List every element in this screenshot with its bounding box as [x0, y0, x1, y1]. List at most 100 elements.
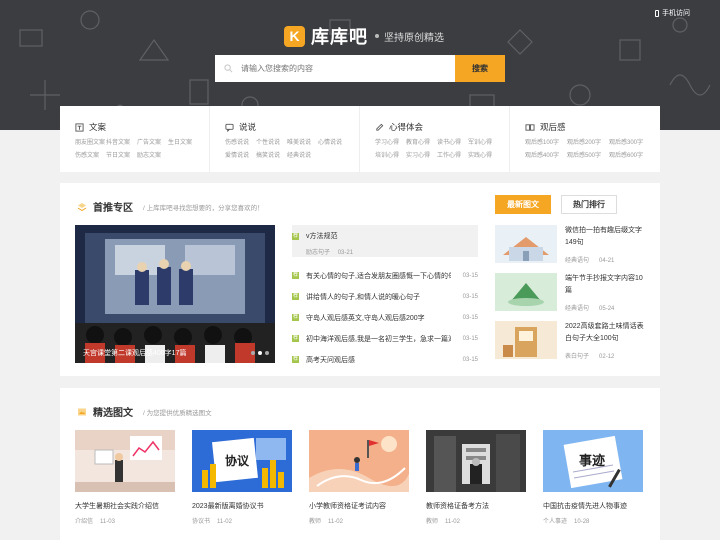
list-item[interactable]: 荐 有关心情的句子,适合发朋友圈感慨一下心情的句子 03-15: [292, 265, 478, 286]
pencil-icon: [376, 123, 384, 131]
book-icon: [525, 123, 535, 131]
category-link[interactable]: 唯美说说: [287, 137, 318, 150]
category-link[interactable]: 观后感400字: [525, 150, 567, 163]
category-link[interactable]: 广告文案: [137, 137, 168, 150]
article-date: 03-15: [462, 335, 478, 342]
category-link[interactable]: 朋友圈文案: [75, 137, 106, 150]
side-item-title[interactable]: 端午节手抄报文字内容10篇: [565, 273, 645, 297]
card-category[interactable]: 介绍信: [75, 519, 93, 525]
category-link[interactable]: 实习心得: [406, 150, 437, 163]
category-xinde: 心得体会 学习心得 教育心得 读书心得 军训心得 培训心得 实习心得 工作心得 …: [360, 106, 510, 172]
top-article[interactable]: 荐 v方法规范 励志句子 03-21: [292, 225, 478, 257]
category-link[interactable]: 爱情说说: [225, 150, 256, 163]
article-title[interactable]: 守岛人观后感英文,守岛人观后感200字: [306, 313, 451, 323]
article-title[interactable]: 讲给情人的句子,和情人说的暖心句子: [306, 292, 451, 302]
card-title[interactable]: 教师资格证备考方法: [426, 501, 526, 511]
search-icon: [224, 64, 233, 73]
tab-popular[interactable]: 热门排行: [561, 195, 617, 214]
side-item-title[interactable]: 微信拍一拍有趣后缀文字149句: [565, 225, 645, 249]
divider-dot: [375, 34, 379, 38]
card-title[interactable]: 2023最新版离婚协议书: [192, 501, 292, 511]
category-link[interactable]: 伤感说说: [225, 137, 256, 150]
card-category[interactable]: 个人事迹: [543, 519, 567, 525]
category-link[interactable]: 观后感100字: [525, 137, 567, 150]
category-link[interactable]: 节日文案: [106, 150, 137, 163]
category-header[interactable]: 文案: [75, 121, 209, 133]
category-link[interactable]: 教育心得: [406, 137, 437, 150]
category-link[interactable]: 生日文案: [168, 137, 199, 150]
article-category[interactable]: 励志句子: [306, 250, 330, 256]
category-link[interactable]: 经典说说: [287, 150, 318, 163]
category-title: 文案: [89, 122, 107, 132]
card-title[interactable]: 大学生暑期社会实践介绍信: [75, 501, 175, 511]
card-category[interactable]: 教师: [426, 519, 438, 525]
side-item-meta: 经典语句 05-24: [565, 303, 624, 312]
category-link[interactable]: 励志文案: [137, 150, 168, 163]
pick-card[interactable]: 教师资格证备考方法 教师 11-02: [426, 430, 526, 525]
category-link[interactable]: 搞笑说说: [256, 150, 287, 163]
category-link[interactable]: 观后感500字: [567, 150, 609, 163]
tab-latest[interactable]: 最新图文: [495, 195, 551, 214]
category-link[interactable]: 军训心得: [468, 137, 499, 150]
featured-image: [75, 225, 275, 363]
section-subtitle: / 为您提供优质精选图文: [143, 409, 212, 417]
card-title[interactable]: 中国抗击疫情先进人物事迹: [543, 501, 643, 511]
brand[interactable]: K 库库吧 坚持原创精选: [284, 23, 444, 49]
pick-card[interactable]: 大学生暑期社会实践介绍信 介绍信 11-03: [75, 430, 175, 525]
category-link[interactable]: 观后感300字: [609, 137, 651, 150]
search-input[interactable]: [215, 55, 455, 82]
card-title[interactable]: 小学教师资格证考试内容: [309, 501, 409, 511]
list-item[interactable]: 微信拍一拍有趣后缀文字149句 经典语句 04-21: [495, 225, 645, 273]
category-link[interactable]: 心情说说: [318, 137, 349, 150]
list-item[interactable]: 荐 初中海洋观后感,我是一名初三学生，急求一篇海洋的观后感 03-15: [292, 328, 478, 349]
category-link[interactable]: 工作心得: [437, 150, 468, 163]
category-header[interactable]: 说说: [225, 121, 359, 133]
side-item-title[interactable]: 2022高级套路土味情话表白句子大全100句: [565, 321, 645, 345]
card-meta: 个人事迹 10-28: [543, 516, 643, 525]
section-title: 首推专区: [93, 203, 133, 214]
article-title[interactable]: v方法规范: [306, 231, 451, 241]
article-title[interactable]: 高考天问观后感: [306, 355, 451, 365]
featured-slide[interactable]: 天宫课堂第二课观后感400字17篇: [75, 225, 275, 363]
category-link[interactable]: 读书心得: [437, 137, 468, 150]
card-category[interactable]: 教师: [309, 519, 321, 525]
side-item-category[interactable]: 表白句子: [565, 354, 589, 360]
pick-card[interactable]: 小学教师资格证考试内容 教师 11-02: [309, 430, 409, 525]
card-date: 11-02: [217, 519, 232, 525]
category-link[interactable]: 伤感文案: [75, 150, 106, 163]
category-link[interactable]: 抖音文案: [106, 137, 137, 150]
article-title[interactable]: 初中海洋观后感,我是一名初三学生，急求一篇海洋的观后感: [306, 334, 451, 344]
category-link[interactable]: 个性说说: [256, 137, 287, 150]
mobile-access-link[interactable]: 手机访问: [655, 8, 690, 18]
search-button[interactable]: 搜索: [455, 55, 505, 82]
category-shuoshuo: 说说 伤感说说 个性说说 唯美说说 心情说说 爱情说说 搞笑说说 经典说说: [210, 106, 360, 172]
side-item-category[interactable]: 经典语句: [565, 306, 589, 312]
list-item[interactable]: 端午节手抄报文字内容10篇 经典语句 05-24: [495, 273, 645, 321]
category-header[interactable]: 观后感: [525, 121, 660, 133]
card-meta: 介绍信 11-03: [75, 516, 175, 525]
list-item[interactable]: 荐 高考天问观后感 03-15: [292, 349, 478, 370]
picks-section: 精选图文 / 为您提供优质精选图文 大学生暑期社会实践介绍信 介绍信 11-03 …: [60, 388, 660, 540]
article-title[interactable]: 有关心情的句子,适合发朋友圈感慨一下心情的句子: [306, 271, 451, 281]
phone-icon: [655, 9, 659, 17]
slide-dot[interactable]: [265, 351, 269, 355]
category-link[interactable]: 实践心得: [468, 150, 499, 163]
pick-card[interactable]: 协议 2023最新版离婚协议书 协议书 11-02: [192, 430, 292, 525]
category-link[interactable]: 观后感200字: [567, 137, 609, 150]
slide-dot-active[interactable]: [258, 351, 262, 355]
list-item[interactable]: 2022高级套路土味情话表白句子大全100句 表白句子 02-12: [495, 321, 645, 369]
list-item[interactable]: 荐 讲给情人的句子,和情人说的暖心句子 03-15: [292, 286, 478, 307]
card-category[interactable]: 协议书: [192, 519, 210, 525]
slide-dot[interactable]: [251, 351, 255, 355]
list-item[interactable]: 荐 守岛人观后感英文,守岛人观后感200字 03-15: [292, 307, 478, 328]
text-doc-icon: [75, 122, 84, 132]
pick-card[interactable]: 事迹 中国抗击疫情先进人物事迹 个人事迹 10-28: [543, 430, 643, 525]
category-link[interactable]: 观后感600字: [609, 150, 651, 163]
category-wenan: 文案 朋友圈文案 抖音文案 广告文案 生日文案 伤感文案 节日文案 励志文案: [60, 106, 210, 172]
category-link[interactable]: 学习心得: [375, 137, 406, 150]
card-image-text: 协议: [225, 454, 250, 468]
side-item-date: 04-21: [599, 258, 615, 264]
side-item-category[interactable]: 经典语句: [565, 258, 589, 264]
category-header[interactable]: 心得体会: [375, 121, 509, 133]
category-link[interactable]: 培训心得: [375, 150, 406, 163]
